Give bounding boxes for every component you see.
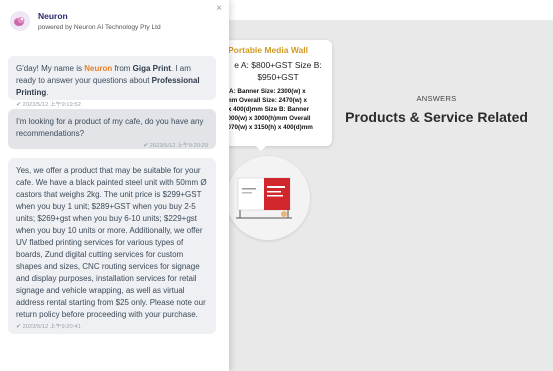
product-desc-line: 3000(w) x 3000(h)mm Overall bbox=[224, 115, 311, 122]
message-timestamp: ✔ 2023/5/12 上午9:19:52 bbox=[16, 102, 81, 108]
close-icon[interactable]: × bbox=[213, 3, 225, 15]
product-desc-line: 3070(w) x 3150(h) x 400(d)mm bbox=[224, 124, 313, 131]
product-price-line: e A: $800+GST Size B: bbox=[234, 60, 322, 70]
user-message: I'm looking for a product of my cafe, do… bbox=[8, 109, 216, 149]
banner-stand-image bbox=[236, 177, 292, 219]
bot-name: Neuron bbox=[38, 11, 68, 21]
bot-message: Yes, we offer a product that may be suit… bbox=[8, 158, 216, 334]
product-desc-line: e A: Banner Size: 2300(w) x bbox=[224, 88, 306, 95]
product-price-line: $950+GST bbox=[257, 72, 299, 82]
product-price: e A: $800+GST Size B: $950+GST bbox=[226, 59, 330, 83]
company-highlight: Giga Print bbox=[132, 64, 171, 73]
message-segment: from bbox=[112, 64, 133, 73]
product-desc-line: )mm Overall Size: 2470(w) x bbox=[224, 97, 307, 104]
message-segment: G'day! My name is bbox=[16, 64, 85, 73]
answers-label: ANSWERS bbox=[416, 94, 457, 103]
answers-heading: Products & Service Related bbox=[345, 109, 528, 125]
bot-message: G'day! My name is Neuron from Giga Print… bbox=[8, 56, 216, 108]
timestamp-text: 2023/5/12 上午9:19:52 bbox=[22, 102, 81, 108]
message-text: Yes, we offer a product that may be suit… bbox=[16, 166, 207, 319]
product-popup-card[interactable]: Portable Media Wall e A: $800+GST Size B… bbox=[222, 40, 332, 146]
message-text: G'day! My name is Neuron from Giga Print… bbox=[16, 63, 208, 99]
message-segment: . bbox=[46, 88, 49, 97]
product-desc-line: ) x 400(d)mm Size B: Banner bbox=[224, 106, 310, 113]
message-timestamp: ✔ 2023/5/12 上午9:20:41 bbox=[16, 324, 81, 330]
timestamp-text: 2023/5/12 上午9:20:29 bbox=[149, 143, 208, 149]
bot-subtitle: powered by Neuron AI Technology Pty Ltd bbox=[38, 24, 161, 31]
chat-panel: Neuron powered by Neuron AI Technology P… bbox=[0, 0, 229, 371]
message-timestamp: ✔ 2023/5/12 上午9:20:29 bbox=[143, 143, 208, 149]
chat-header: Neuron powered by Neuron AI Technology P… bbox=[0, 0, 229, 44]
message-text: I'm looking for a product of my cafe, do… bbox=[16, 117, 204, 138]
product-title: Portable Media Wall bbox=[228, 45, 308, 55]
avatar-icon bbox=[10, 11, 30, 31]
product-description: e A: Banner Size: 2300(w) x )mm Overall … bbox=[224, 87, 330, 132]
card-pointer bbox=[254, 144, 268, 151]
bot-name-highlight: Neuron bbox=[84, 64, 113, 73]
product-image[interactable] bbox=[226, 156, 310, 240]
timestamp-text: 2023/5/12 上午9:20:41 bbox=[22, 324, 81, 330]
